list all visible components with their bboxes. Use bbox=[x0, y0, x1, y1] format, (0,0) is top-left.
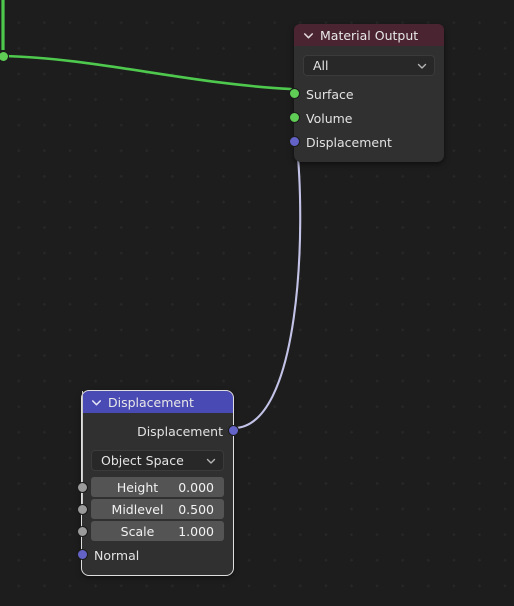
chevron-down-icon[interactable] bbox=[302, 29, 315, 42]
value-number-scale: 1.000 bbox=[178, 523, 214, 539]
socket-row-displacement-in[interactable]: Displacement bbox=[288, 130, 444, 154]
value-label-scale: Scale bbox=[120, 523, 155, 539]
link-displacement-to-displacement bbox=[231, 135, 302, 430]
socket-scale[interactable] bbox=[76, 525, 88, 537]
chevron-down-icon[interactable] bbox=[90, 396, 103, 409]
shader-node-editor-canvas[interactable]: Material Output All Surface Volume Displ… bbox=[0, 0, 514, 606]
node-material-output-title: Material Output bbox=[320, 27, 419, 43]
chevron-down-icon[interactable] bbox=[416, 60, 428, 72]
socket-height[interactable] bbox=[76, 481, 88, 493]
material-output-target-value: All bbox=[313, 58, 329, 73]
value-number-midlevel: 0.500 bbox=[178, 501, 214, 517]
node-displacement-title: Displacement bbox=[108, 394, 194, 410]
socket-midlevel[interactable] bbox=[76, 503, 88, 515]
socket-label-volume: Volume bbox=[306, 110, 353, 126]
offscreen-shader-output-socket[interactable] bbox=[0, 51, 9, 62]
socket-row-surface[interactable]: Surface bbox=[288, 82, 444, 106]
displacement-space-dropdown[interactable]: Object Space bbox=[91, 450, 224, 471]
socket-label-surface: Surface bbox=[306, 86, 354, 102]
socket-normal[interactable] bbox=[76, 549, 88, 560]
value-field-midlevel[interactable]: Midlevel 0.500 bbox=[91, 499, 224, 519]
socket-label-displacement-in: Displacement bbox=[306, 134, 392, 150]
socket-label-normal: Normal bbox=[94, 547, 140, 563]
value-label-height: Height bbox=[116, 479, 159, 495]
socket-displacement-input[interactable] bbox=[288, 136, 300, 147]
value-number-height: 0.000 bbox=[178, 479, 214, 495]
node-displacement-header[interactable]: Displacement bbox=[82, 391, 233, 413]
chevron-down-icon[interactable] bbox=[205, 455, 217, 467]
socket-row-volume[interactable]: Volume bbox=[288, 106, 444, 130]
socket-row-displacement-out[interactable]: Displacement bbox=[82, 419, 239, 443]
socket-displacement-output[interactable] bbox=[227, 425, 239, 436]
value-field-scale[interactable]: Scale 1.000 bbox=[91, 521, 224, 541]
socket-surface[interactable] bbox=[288, 88, 300, 99]
node-displacement-body: Displacement Object Space Height 0.000 M… bbox=[76, 391, 239, 575]
socket-volume[interactable] bbox=[288, 112, 300, 123]
value-row-scale[interactable]: Scale 1.000 bbox=[76, 521, 224, 541]
link-shader-to-surface bbox=[1, 54, 293, 91]
value-row-height[interactable]: Height 0.000 bbox=[76, 477, 224, 497]
value-label-midlevel: Midlevel bbox=[111, 501, 164, 517]
material-output-target-dropdown[interactable]: All bbox=[303, 55, 435, 76]
node-material-output[interactable]: Material Output All Surface Volume Displ… bbox=[288, 24, 444, 162]
socket-row-normal[interactable]: Normal bbox=[76, 543, 233, 567]
node-material-output-header[interactable]: Material Output bbox=[294, 24, 444, 46]
node-displacement[interactable]: Displacement Displacement Object Space H… bbox=[76, 390, 239, 576]
node-material-output-body: All Surface Volume Displacement bbox=[288, 46, 444, 162]
value-row-midlevel[interactable]: Midlevel 0.500 bbox=[76, 499, 224, 519]
value-field-height[interactable]: Height 0.000 bbox=[91, 477, 224, 497]
displacement-space-value: Object Space bbox=[101, 453, 184, 468]
socket-label-displacement-out: Displacement bbox=[137, 423, 223, 439]
